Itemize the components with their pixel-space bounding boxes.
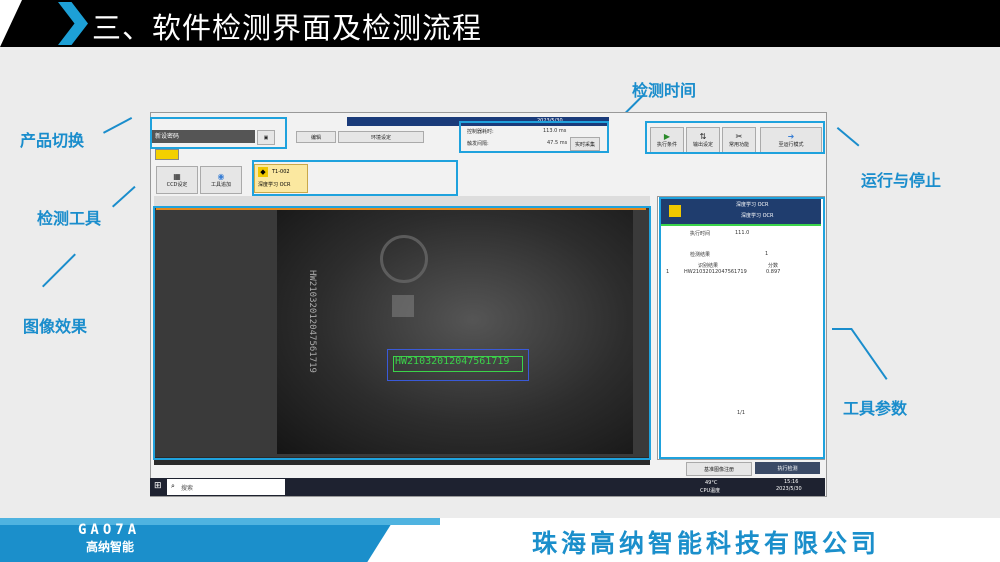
clock-time: 15:16 [784,479,799,485]
page-tab[interactable] [155,149,179,160]
label-image-effect: 图像效果 [23,317,88,336]
annotation-line [112,185,136,208]
label-tool-params: 工具参数 [843,399,908,418]
cpu-temp: 49°C [705,480,718,486]
company-logo-sub: 高纳智能 [86,540,135,554]
add-tool-label: 工具追加 [210,182,231,188]
header-accent [0,0,22,47]
taskbar-search[interactable]: ⌕ 搜索 [167,479,285,495]
box-detect-tools [252,160,458,196]
add-tool-button[interactable]: ◉ 工具追加 [200,166,242,194]
box-image-effect [153,206,651,460]
search-placeholder: 搜索 [181,485,194,492]
label-detect-tools: 检测工具 [37,209,102,228]
ccd-settings-button[interactable]: ▦ CCD设定 [156,166,198,194]
add-icon: ◉ [217,172,225,181]
slide-title: 三、软件检测界面及检测流程 [92,11,483,45]
clock-date: 2023/5/30 [776,486,802,492]
env-settings-button[interactable]: 环境设定 [338,131,424,143]
annotation-line [42,253,76,288]
box-product-switch [150,117,287,149]
execute-detect-button[interactable]: 执行检测 [755,462,820,474]
company-name: 珠海高纳智能科技有限公司 [532,529,881,558]
annotation-line [850,328,888,380]
search-icon: ⌕ [171,482,175,490]
label-run-stop: 运行与停止 [861,171,942,190]
annotation-line [832,328,852,330]
register-reference-button[interactable]: 基准图像注册 [686,462,752,476]
annotation-line [836,127,860,147]
box-run-stop [645,121,825,154]
footer-stripe [0,518,440,525]
annotation-line [103,116,133,134]
camera-icon: ▦ [173,172,181,181]
cpu-label: CPU温度 [700,488,721,494]
edit-button[interactable]: 编辑 [296,131,336,143]
ccd-settings-label: CCD设定 [166,182,188,188]
box-tool-params [659,197,825,459]
company-logo: GAO7A [78,522,141,538]
windows-start-icon[interactable]: ⊞ [154,481,164,493]
box-detect-time [459,121,609,153]
label-product-switch: 产品切换 [20,131,85,150]
